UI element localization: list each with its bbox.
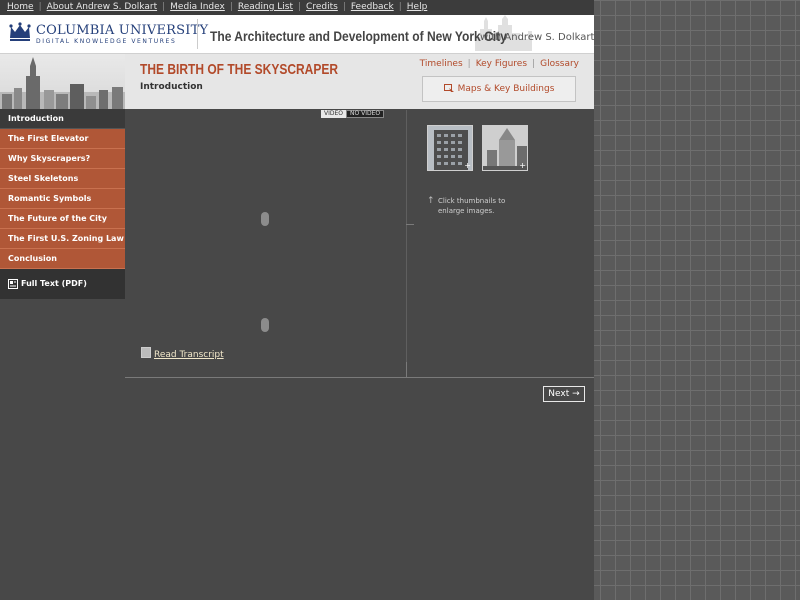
skyline-image xyxy=(0,54,125,109)
arrow-up-icon: ↑ xyxy=(427,196,435,206)
site-header: COLUMBIA UNIVERSITY DIGITAL KNOWLEDGE VE… xyxy=(0,15,594,54)
divider-tick xyxy=(406,362,407,377)
section-title: Introduction xyxy=(140,82,203,92)
header-divider xyxy=(197,19,198,49)
sidebar-item-steel-skeletons[interactable]: Steel Skeletons xyxy=(0,169,125,189)
pdf-link-label: Full Text (PDF) xyxy=(21,279,87,288)
content-divider-vertical xyxy=(406,110,407,377)
scroll-handle-bottom[interactable] xyxy=(261,318,269,332)
sidebar-item-conclusion[interactable]: Conclusion xyxy=(0,249,125,269)
university-subtitle: DIGITAL KNOWLEDGE VENTURES xyxy=(36,38,177,45)
nav-credits-link[interactable]: Credits xyxy=(306,2,338,12)
nav-home-link[interactable]: Home xyxy=(7,2,34,12)
university-name[interactable]: COLUMBIA UNIVERSITY xyxy=(36,23,208,38)
full-text-pdf-link[interactable]: Full Text (PDF) xyxy=(0,269,125,299)
sidebar-item-why-skyscrapers[interactable]: Why Skyscrapers? xyxy=(0,149,125,169)
columbia-crown-icon[interactable] xyxy=(8,22,32,42)
tool-separator: | xyxy=(532,59,536,69)
transcript-label: Read Transcript xyxy=(154,350,224,360)
chapter-title: THE BIRTH OF THE SKYSCRAPER xyxy=(140,61,339,78)
maps-button-label: Maps & Key Buildings xyxy=(457,84,555,94)
app-window: Home | About Andrew S. Dolkart | Media Index… xyxy=(0,0,594,600)
maps-key-buildings-button[interactable]: Maps & Key Buildings xyxy=(422,76,576,102)
building-thumbnail-1[interactable]: + xyxy=(427,125,473,171)
sidebar-item-romantic-symbols[interactable]: Romantic Symbols xyxy=(0,189,125,209)
nav-separator: | xyxy=(342,2,346,12)
course-title: The Architecture and Development of New … xyxy=(210,28,507,44)
content-divider-horizontal xyxy=(125,377,594,378)
key-figures-link[interactable]: Key Figures xyxy=(476,59,527,69)
next-button-label: Next xyxy=(548,389,570,399)
enlarge-icon: + xyxy=(464,161,471,170)
chapter-header: THE BIRTH OF THE SKYSCRAPER Introduction… xyxy=(0,54,594,109)
arrow-right-icon: → xyxy=(572,389,580,399)
top-navigation: Home | About Andrew S. Dolkart | Media Index… xyxy=(0,0,594,15)
map-pointer-icon xyxy=(443,83,454,94)
media-area xyxy=(125,120,406,377)
transcript-icon xyxy=(141,347,151,358)
enlarge-icon: + xyxy=(519,161,526,170)
no-video-option[interactable]: NO VIDEO xyxy=(346,110,385,118)
nav-separator: | xyxy=(229,2,233,12)
nav-media-index-link[interactable]: Media Index xyxy=(170,2,225,12)
building-thumbnail-2[interactable]: + xyxy=(482,125,528,171)
nav-about-link[interactable]: About Andrew S. Dolkart xyxy=(47,2,157,12)
divider-tick xyxy=(406,224,414,225)
sidebar-item-introduction[interactable]: Introduction xyxy=(0,109,125,129)
nav-separator: | xyxy=(298,2,302,12)
chapter-sidebar: Introduction The First Elevator Why Skys… xyxy=(0,109,125,299)
next-button[interactable]: Next → xyxy=(543,386,585,402)
tool-links: Timelines | Key Figures | Glossary xyxy=(420,59,579,69)
thumbnail-hint-text: Click thumbnails to enlarge images. xyxy=(438,197,506,215)
nav-separator: | xyxy=(398,2,402,12)
pdf-document-icon xyxy=(8,278,18,289)
video-toggle: VIDEO NO VIDEO xyxy=(321,110,385,118)
nav-separator: | xyxy=(38,2,42,12)
nav-separator: | xyxy=(162,2,166,12)
sidebar-item-zoning-law[interactable]: The First U.S. Zoning Law xyxy=(0,229,125,249)
nav-feedback-link[interactable]: Feedback xyxy=(351,2,394,12)
nav-help-link[interactable]: Help xyxy=(407,2,428,12)
read-transcript-link[interactable]: Read Transcript xyxy=(141,347,224,360)
tool-separator: | xyxy=(467,59,471,69)
glossary-link[interactable]: Glossary xyxy=(540,59,579,69)
sidebar-item-future-of-city[interactable]: The Future of the City xyxy=(0,209,125,229)
sidebar-item-first-elevator[interactable]: The First Elevator xyxy=(0,129,125,149)
video-option[interactable]: VIDEO xyxy=(321,110,347,118)
nav-reading-list-link[interactable]: Reading List xyxy=(238,2,293,12)
timelines-link[interactable]: Timelines xyxy=(420,59,463,69)
course-author: with Andrew S. Dolkart xyxy=(480,32,595,43)
scroll-handle-top[interactable] xyxy=(261,212,269,226)
